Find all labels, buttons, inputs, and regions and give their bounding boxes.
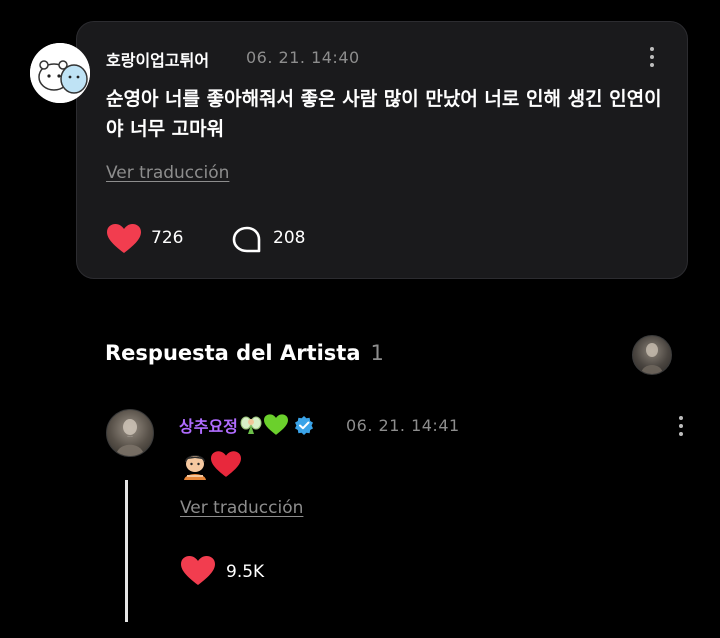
fan-comment-more-options-icon[interactable] bbox=[642, 43, 662, 71]
artist-username[interactable]: 상추요정 bbox=[179, 413, 238, 437]
artist-reply-header: Respuesta del Artista 1 bbox=[105, 341, 384, 365]
fan-comment-reply-count: 208 bbox=[273, 228, 306, 248]
artist-reply-translate-link[interactable]: Ver traducción bbox=[180, 498, 303, 518]
fan-username[interactable]: 호랑이업고튀어 bbox=[106, 47, 209, 71]
artist-reply-author[interactable]: 상추요정 bbox=[179, 413, 314, 437]
child-emoji-icon bbox=[184, 455, 206, 480]
like-heart-icon[interactable] bbox=[107, 224, 141, 254]
artist-reply-section-count: 1 bbox=[370, 341, 384, 365]
artist-avatar[interactable]: ··· bbox=[106, 409, 154, 457]
artist-reply-timestamp: 06. 21. 14:41 bbox=[346, 416, 460, 435]
fan-comment-translate-link[interactable]: Ver traducción bbox=[106, 163, 229, 183]
reply-bubble-icon[interactable] bbox=[232, 226, 262, 254]
svg-text:···: ··· bbox=[127, 434, 133, 441]
fan-comment-timestamp: 06. 21. 14:40 bbox=[246, 48, 360, 67]
artist-reply-more-options-icon[interactable] bbox=[671, 412, 691, 440]
fan-comment-text: 순영아 너를 좋아해줘서 좋은 사람 많이 만났어 너로 인해 생긴 인연이야 … bbox=[106, 88, 662, 140]
artist-reply-section-title: Respuesta del Artista bbox=[105, 341, 361, 365]
artist-reply-like-heart-icon[interactable] bbox=[181, 556, 215, 586]
fan-avatar[interactable] bbox=[30, 43, 90, 103]
reply-thread-line bbox=[125, 480, 128, 622]
green-heart-icon bbox=[263, 414, 288, 435]
artist-reply-like-count: 9.5K bbox=[226, 562, 265, 582]
verified-badge-icon bbox=[294, 416, 313, 435]
fan-comment-like-count: 726 bbox=[151, 228, 184, 248]
artist-thumbnail-avatar[interactable] bbox=[632, 335, 672, 375]
red-heart-icon bbox=[211, 450, 241, 477]
fairy-emoji-icon bbox=[240, 416, 262, 434]
artist-reply-emoji-content bbox=[181, 448, 241, 480]
fan-avatar-image bbox=[30, 43, 90, 103]
